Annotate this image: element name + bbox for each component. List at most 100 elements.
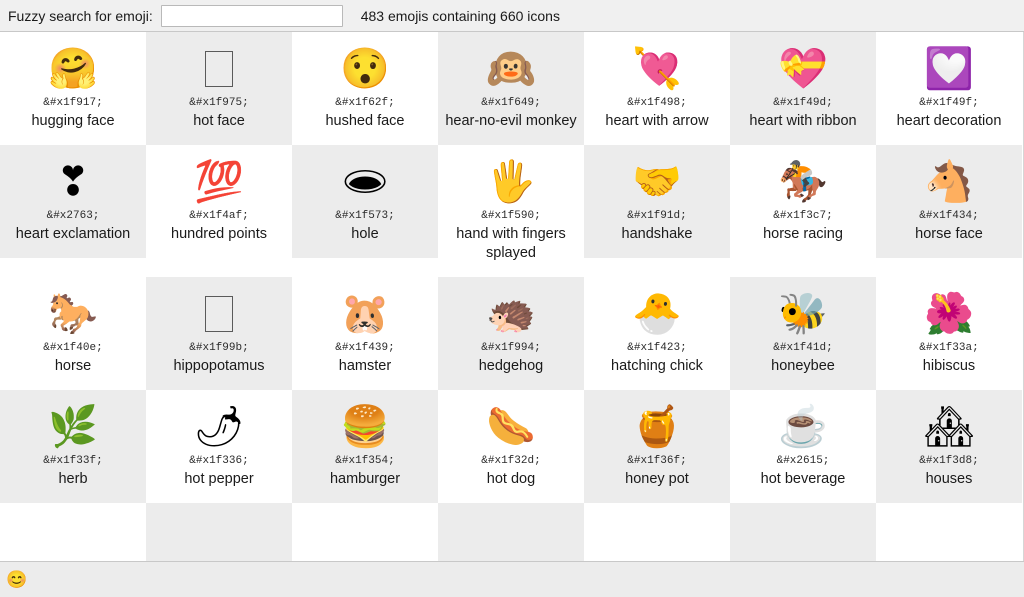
emoji-cell[interactable]: [730, 503, 876, 561]
emoji-cell[interactable]: 🐹 &#x1f439; hamster: [292, 277, 438, 390]
emoji-name: heart with arrow: [605, 113, 709, 129]
emoji-glyph: 💘: [632, 47, 682, 91]
emoji-name: honey pot: [625, 471, 689, 487]
emoji-entity-code: &#x1f49f;: [919, 97, 979, 109]
emoji-name: herb: [58, 471, 88, 487]
search-toolbar: Fuzzy search for emoji: 483 emojis conta…: [0, 0, 1024, 32]
emoji-glyph: 🐝: [778, 292, 828, 336]
emoji-cell[interactable]: 🦔 &#x1f994; hedgehog: [438, 277, 584, 390]
emoji-cell[interactable]: 🍯 &#x1f36f; honey pot: [584, 390, 730, 503]
emoji-name: heart decoration: [896, 113, 1002, 129]
emoji-glyph: 🐎: [48, 292, 98, 336]
emoji-cell[interactable]: 🐝 &#x1f41d; honeybee: [730, 277, 876, 390]
emoji-cell[interactable]: [438, 503, 584, 561]
emoji-name: houses: [925, 471, 973, 487]
emoji-cell[interactable]: 🌿 &#x1f33f; herb: [0, 390, 146, 503]
emoji-entity-code: &#x1f49d;: [773, 97, 833, 109]
emoji-entity-code: &#x1f573;: [335, 210, 395, 222]
emoji-name: horse racing: [763, 226, 843, 242]
emoji-name: hamburger: [329, 471, 401, 487]
emoji-cell[interactable]: 🕳 &#x1f573; hole: [292, 145, 438, 258]
emoji-name: hatching chick: [611, 358, 703, 374]
emoji-entity-code: &#x1f336;: [189, 455, 249, 467]
emoji-cell[interactable]: 🖐 &#x1f590; hand with fingers splayed: [438, 145, 584, 277]
emoji-cell[interactable]: 🤗 &#x1f917; hugging face: [0, 32, 146, 145]
emoji-glyph: [205, 44, 233, 94]
emoji-name: heart with ribbon: [749, 113, 857, 129]
emoji-cell[interactable]: 😯 &#x1f62f; hushed face: [292, 32, 438, 145]
emoji-glyph: 🙉: [486, 47, 536, 91]
emoji-glyph: 🌶: [193, 405, 245, 449]
emoji-glyph: 🌺: [924, 292, 974, 336]
emoji-cell[interactable]: ☕ &#x2615; hot beverage: [730, 390, 876, 503]
emoji-cell[interactable]: 🏘 &#x1f3d8; houses: [876, 390, 1022, 503]
emoji-cell[interactable]: 🌭 &#x1f32d; hot dog: [438, 390, 584, 503]
emoji-name: hippopotamus: [173, 358, 265, 374]
emoji-entity-code: &#x1f36f;: [627, 455, 687, 467]
emoji-entity-code: &#x1f4af;: [189, 210, 249, 222]
emoji-cell[interactable]: 🌶 &#x1f336; hot pepper: [146, 390, 292, 503]
search-input[interactable]: [160, 4, 343, 27]
emoji-entity-code: &#x2615;: [776, 455, 830, 467]
emoji-grid-scroll-area[interactable]: 🤗 &#x1f917; hugging face &#x1f975; hot face 😯…: [0, 32, 1024, 561]
emoji-cell[interactable]: 💘 &#x1f498; heart with arrow: [584, 32, 730, 145]
emoji-glyph: [205, 289, 233, 339]
emoji-cell[interactable]: [584, 503, 730, 561]
emoji-glyph: 🖐: [486, 160, 536, 204]
emoji-cell[interactable]: 🤝 &#x1f91d; handshake: [584, 145, 730, 258]
emoji-cell[interactable]: 🌺 &#x1f33a; hibiscus: [876, 277, 1022, 390]
emoji-entity-code: &#x1f33f;: [43, 455, 103, 467]
emoji-glyph: 🐹: [340, 292, 390, 336]
emoji-entity-code: &#x1f649;: [481, 97, 541, 109]
emoji-glyph: 🏘: [923, 405, 975, 449]
emoji-cell[interactable]: 🍔 &#x1f354; hamburger: [292, 390, 438, 503]
emoji-cell[interactable]: 💝 &#x1f49d; heart with ribbon: [730, 32, 876, 145]
emoji-entity-code: &#x1f975;: [189, 97, 249, 109]
emoji-entity-code: &#x1f3d8;: [919, 455, 979, 467]
emoji-name: horse face: [915, 226, 983, 242]
emoji-glyph: ☕: [778, 405, 828, 449]
emoji-name: hear-no-evil monkey: [445, 113, 577, 129]
emoji-name: horse: [54, 358, 92, 374]
emoji-cell[interactable]: [876, 503, 1022, 561]
emoji-cell[interactable]: 🙉 &#x1f649; hear-no-evil monkey: [438, 32, 584, 145]
emoji-name: hibiscus: [922, 358, 976, 374]
emoji-glyph: ❣: [56, 160, 90, 204]
emoji-cell[interactable]: [146, 503, 292, 561]
emoji-cell[interactable]: &#x1f99b; hippopotamus: [146, 277, 292, 390]
emoji-cell[interactable]: 💯 &#x1f4af; hundred points: [146, 145, 292, 258]
emoji-glyph: 🍯: [632, 405, 682, 449]
emoji-cell[interactable]: &#x1f975; hot face: [146, 32, 292, 145]
emoji-cell[interactable]: 🏇 &#x1f3c7; horse racing: [730, 145, 876, 258]
emoji-cell[interactable]: 🐣 &#x1f423; hatching chick: [584, 277, 730, 390]
emoji-entity-code: &#x1f423;: [627, 342, 687, 354]
emoji-entity-code: &#x1f62f;: [335, 97, 395, 109]
emoji-cell[interactable]: 🐎 &#x1f40e; horse: [0, 277, 146, 390]
emoji-glyph: 🍔: [340, 405, 390, 449]
emoji-glyph: 😯: [340, 47, 390, 91]
emoji-cell[interactable]: [292, 503, 438, 561]
emoji-entity-code: &#x1f33a;: [919, 342, 979, 354]
emoji-entity-code: &#x1f32d;: [481, 455, 541, 467]
emoji-entity-code: &#x1f41d;: [773, 342, 833, 354]
emoji-cell[interactable]: [0, 503, 146, 561]
emoji-browser-window: Fuzzy search for emoji: 483 emojis conta…: [0, 0, 1024, 597]
emoji-glyph: 🦔: [486, 292, 536, 336]
emoji-cell[interactable]: 💟 &#x1f49f; heart decoration: [876, 32, 1022, 145]
emoji-entity-code: &#x2763;: [46, 210, 100, 222]
emoji-glyph: 🐴: [924, 160, 974, 204]
emoji-name: heart exclamation: [15, 226, 131, 242]
emoji-cell[interactable]: ❣ &#x2763; heart exclamation: [0, 145, 146, 258]
emoji-glyph: 🌭: [486, 405, 536, 449]
emoji-count-text: 483 emojis containing 660 icons: [360, 7, 560, 24]
emoji-entity-code: &#x1f354;: [335, 455, 395, 467]
emoji-glyph: 🐣: [632, 292, 682, 336]
emoji-name: hand with fingers splayed: [456, 226, 566, 261]
emoji-name: hole: [351, 226, 379, 242]
emoji-name: hot beverage: [760, 471, 846, 487]
emoji-name: hugging face: [31, 113, 115, 129]
emoji-grid: 🤗 &#x1f917; hugging face &#x1f975; hot face 😯…: [0, 32, 1022, 561]
emoji-glyph: 💯: [194, 160, 244, 204]
emoji-cell[interactable]: 🐴 &#x1f434; horse face: [876, 145, 1022, 258]
emoji-entity-code: &#x1f439;: [335, 342, 395, 354]
